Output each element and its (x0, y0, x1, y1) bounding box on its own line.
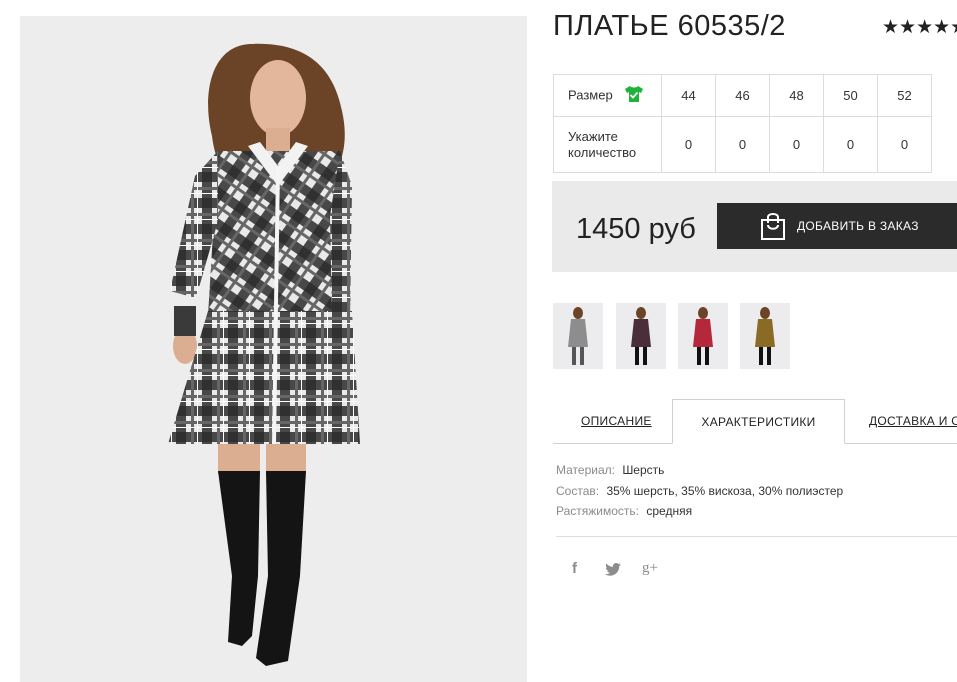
size-quantity-table: Размер 44 46 48 50 52 Укажите количество… (553, 74, 932, 173)
add-to-order-label: ДОБАВИТЬ В ЗАКАЗ (797, 219, 919, 233)
spec-composition: Состав: 35% шерсть, 35% вискоза, 30% пол… (556, 481, 843, 502)
size-label-cell: Размер (553, 74, 662, 117)
facebook-icon[interactable]: f (572, 560, 577, 577)
spec-material: Материал: Шерсть (556, 460, 843, 481)
product-title: ПЛАТЬЕ 60535/2 (553, 10, 786, 42)
quantity-input-50[interactable]: 0 (823, 116, 878, 173)
tab-characteristics[interactable]: ХАРАКТЕРИСТИКИ (672, 399, 845, 444)
spec-composition-value: 35% шерсть, 35% вискоза, 30% полиэстер (606, 483, 844, 498)
size-48: 48 (769, 74, 824, 117)
product-main-image[interactable] (20, 16, 527, 682)
thumbnail-dark-plaid[interactable] (616, 303, 666, 369)
size-chart-tshirt-icon[interactable] (624, 85, 644, 107)
thumbnail-red-plaid[interactable] (678, 303, 728, 369)
product-tabs: ОПИСАНИЕ ХАРАКТЕРИСТИКИ ДОСТАВКА И ОПЛАТ… (553, 399, 957, 444)
spec-material-key: Материал: (556, 463, 615, 477)
quantity-label-line2: количество (568, 144, 637, 160)
quantity-input-44[interactable]: 0 (661, 116, 716, 173)
spec-stretch-value: средняя (646, 504, 693, 518)
size-46: 46 (715, 74, 770, 117)
google-plus-icon[interactable]: g+ (642, 560, 658, 577)
twitter-icon[interactable] (605, 563, 621, 581)
spec-composition-key: Состав: (556, 483, 600, 498)
rating-stars[interactable]: ★★★★★ (882, 16, 957, 39)
tab-delivery-payment[interactable]: ДОСТАВКА И ОПЛАТА (869, 399, 957, 443)
product-price: 1450 руб (576, 213, 696, 245)
shopping-bag-icon (759, 211, 787, 244)
spec-stretch: Растяжимость: средняя (556, 501, 843, 522)
quantity-input-52[interactable]: 0 (877, 116, 932, 173)
tab-description[interactable]: ОПИСАНИЕ (581, 399, 652, 443)
size-row: Размер 44 46 48 50 52 (553, 74, 932, 117)
thumbnail-grey-plaid[interactable] (553, 303, 603, 369)
quantity-label-line1: Укажите (568, 128, 618, 144)
divider (556, 536, 957, 537)
add-to-order-button[interactable]: ДОБАВИТЬ В ЗАКАЗ (717, 203, 957, 249)
quantity-row: Укажите количество 0 0 0 0 0 (553, 116, 932, 173)
spec-material-value: Шерсть (622, 463, 665, 477)
size-44: 44 (661, 74, 716, 117)
spec-stretch-key: Растяжимость: (556, 504, 640, 518)
thumbnail-mustard-plaid[interactable] (740, 303, 790, 369)
characteristics-list: Материал: Шерсть Состав: 35% шерсть, 35%… (556, 460, 843, 522)
quantity-input-48[interactable]: 0 (769, 116, 824, 173)
size-label: Размер (568, 86, 613, 102)
size-50: 50 (823, 74, 878, 117)
quantity-label-cell: Укажите количество (553, 116, 662, 173)
order-panel: 1450 руб ДОБАВИТЬ В ЗАКАЗ (552, 181, 957, 272)
quantity-input-46[interactable]: 0 (715, 116, 770, 173)
size-52: 52 (877, 74, 932, 117)
